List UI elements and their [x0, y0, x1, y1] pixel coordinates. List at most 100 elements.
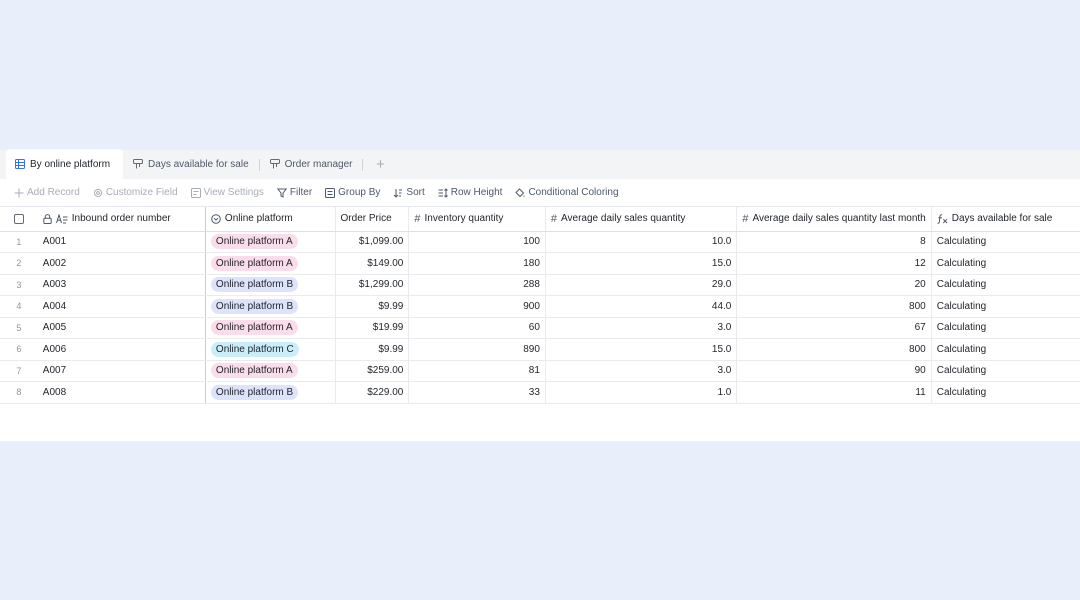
cell-avg-daily-last-month[interactable]: 800: [736, 338, 932, 361]
cell-days-available[interactable]: Calculating: [931, 360, 1080, 382]
table-row[interactable]: 2 A002 Online platform A $149.00 180 15.0 12 Ca…: [0, 252, 1080, 275]
row-height-button[interactable]: Row Height: [438, 187, 502, 198]
cell-inventory[interactable]: 890: [408, 338, 546, 361]
cell-avg-daily[interactable]: 3.0: [545, 317, 738, 339]
cell-inventory[interactable]: 60: [408, 317, 546, 339]
add-view-icon[interactable]: +: [363, 149, 397, 179]
cell-platform[interactable]: Online platform B: [205, 381, 336, 404]
cell-inventory[interactable]: 900: [408, 295, 546, 318]
table-row[interactable]: 8 A008 Online platform B $229.00 33 1.0 11 Calc…: [0, 381, 1080, 404]
cell-platform[interactable]: Online platform B: [205, 295, 336, 318]
customize-field-button[interactable]: Customize Field: [93, 187, 178, 198]
cell-avg-daily[interactable]: 3.0: [545, 360, 738, 382]
cell-avg-daily-last-month[interactable]: 800: [736, 295, 932, 318]
cell-price[interactable]: $19.99: [335, 317, 410, 339]
tab-days-available-for-sale[interactable]: Days available for sale: [123, 149, 259, 179]
cell-order-number[interactable]: A005: [37, 317, 206, 339]
cell-order-number[interactable]: A006: [37, 338, 206, 361]
filter-button[interactable]: Filter: [276, 187, 312, 198]
cell-platform[interactable]: Online platform A: [205, 360, 336, 382]
row-height-icon: [438, 187, 448, 198]
cell-inventory[interactable]: 180: [408, 252, 546, 275]
cell-avg-daily-last-month[interactable]: 12: [736, 252, 932, 275]
table-row[interactable]: 5 A005 Online platform A $19.99 60 3.0 67 Calcu…: [0, 317, 1080, 339]
column-title: Order Price: [340, 213, 392, 225]
cell-platform[interactable]: Online platform B: [205, 274, 336, 296]
table-row[interactable]: 7 A007 Online platform A $259.00 81 3.0 90 Calc…: [0, 360, 1080, 382]
records-table: Inbound order number Online platform Ord…: [0, 207, 1080, 404]
cell-avg-daily[interactable]: 15.0: [545, 252, 738, 275]
cell-days-available[interactable]: Calculating: [931, 295, 1080, 318]
platform-tag: Online platform A: [210, 255, 298, 271]
cell-order-number[interactable]: A001: [37, 231, 206, 253]
cell-price[interactable]: $1,299.00: [335, 274, 410, 296]
add-record-button[interactable]: Add Record: [14, 187, 80, 198]
cell-avg-daily-last-month[interactable]: 11: [736, 381, 932, 404]
platform-tag: Online platform B: [210, 277, 299, 293]
cell-platform[interactable]: Online platform C: [205, 338, 336, 361]
row-number: 3: [0, 274, 38, 296]
view-toolbar: Add Record Customize Field View Settings…: [0, 179, 1080, 206]
table-row[interactable]: 4 A004 Online platform B $9.99 900 44.0 800 Cal…: [0, 295, 1080, 318]
platform-tag: Online platform B: [210, 384, 299, 400]
row-number: 1: [0, 231, 38, 253]
cell-inventory[interactable]: 33: [408, 381, 546, 404]
group-by-button[interactable]: Group By: [325, 187, 380, 198]
cell-price[interactable]: $9.99: [335, 295, 410, 318]
table-row[interactable]: 1 A001 Online platform A $1,099.00 100 10.0 8 C…: [0, 231, 1080, 253]
cell-price[interactable]: $1,099.00: [335, 231, 410, 253]
sort-button[interactable]: Sort: [393, 187, 425, 198]
table-row[interactable]: 3 A003 Online platform B $1,299.00 288 29.0 20…: [0, 274, 1080, 296]
tab-label: Days available for sale: [148, 158, 249, 170]
cell-avg-daily[interactable]: 29.0: [545, 274, 738, 296]
cell-avg-daily-last-month[interactable]: 8: [736, 231, 932, 253]
conditional-coloring-button[interactable]: Conditional Coloring: [515, 187, 619, 198]
cell-platform[interactable]: Online platform A: [205, 317, 336, 339]
cell-avg-daily-last-month[interactable]: 20: [736, 274, 932, 296]
column-header-avg-daily[interactable]: # Average daily sales quantity: [545, 207, 738, 232]
select-all-checkbox[interactable]: [13, 213, 24, 224]
cell-price[interactable]: $259.00: [335, 360, 410, 382]
formula-icon: [937, 214, 948, 224]
cell-price[interactable]: $149.00: [335, 252, 410, 275]
row-number: 7: [0, 360, 38, 382]
cell-days-available[interactable]: Calculating: [931, 381, 1080, 404]
cell-order-number[interactable]: A008: [37, 381, 206, 404]
view-settings-label: View Settings: [203, 187, 264, 198]
cell-order-number[interactable]: A004: [37, 295, 206, 318]
table-row[interactable]: 6 A006 Online platform C $9.99 890 15.0 800 Cal…: [0, 338, 1080, 361]
cell-order-number[interactable]: A003: [37, 274, 206, 296]
column-header-days-available[interactable]: Days available for sale: [931, 207, 1080, 232]
column-header-order-number[interactable]: Inbound order number: [37, 207, 206, 232]
cell-platform[interactable]: Online platform A: [205, 252, 336, 275]
cell-days-available[interactable]: Calculating: [931, 231, 1080, 253]
tab-by-online-platform[interactable]: By online platform: [6, 149, 124, 179]
cell-days-available[interactable]: Calculating: [931, 338, 1080, 361]
column-header-avg-daily-last-month[interactable]: # Average daily sales quantity last mont…: [736, 207, 932, 232]
cell-avg-daily-last-month[interactable]: 90: [736, 360, 932, 382]
cell-avg-daily[interactable]: 1.0: [545, 381, 738, 404]
cell-avg-daily[interactable]: 15.0: [545, 338, 738, 361]
cell-inventory[interactable]: 81: [408, 360, 546, 382]
cell-avg-daily[interactable]: 10.0: [545, 231, 738, 253]
cell-avg-daily[interactable]: 44.0: [545, 295, 738, 318]
cell-days-available[interactable]: Calculating: [931, 252, 1080, 275]
cell-avg-daily-last-month[interactable]: 67: [736, 317, 932, 339]
cell-days-available[interactable]: Calculating: [931, 274, 1080, 296]
kanban-view-icon: [133, 159, 144, 169]
cell-price[interactable]: $9.99: [335, 338, 410, 361]
column-header-price[interactable]: Order Price: [335, 207, 410, 232]
column-header-inventory[interactable]: # Inventory quantity: [408, 207, 546, 232]
cell-inventory[interactable]: 100: [408, 231, 546, 253]
cell-platform[interactable]: Online platform A: [205, 231, 336, 253]
select-all-cell[interactable]: [0, 207, 38, 232]
view-settings-button[interactable]: View Settings: [190, 187, 264, 198]
column-header-platform[interactable]: Online platform: [205, 207, 336, 232]
conditional-coloring-label: Conditional Coloring: [528, 187, 619, 198]
cell-inventory[interactable]: 288: [408, 274, 546, 296]
cell-order-number[interactable]: A007: [37, 360, 206, 382]
cell-price[interactable]: $229.00: [335, 381, 410, 404]
cell-order-number[interactable]: A002: [37, 252, 206, 275]
tab-order-manager[interactable]: Order manager: [260, 149, 363, 179]
cell-days-available[interactable]: Calculating: [931, 317, 1080, 339]
